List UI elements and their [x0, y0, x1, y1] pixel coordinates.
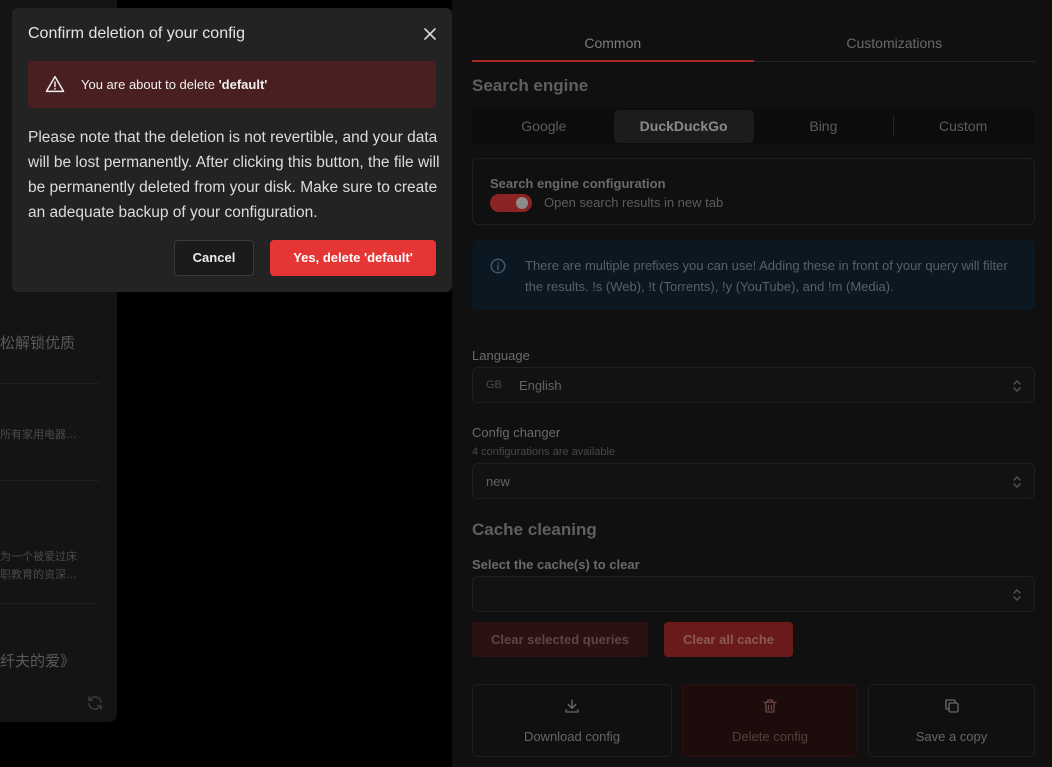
feed-divider — [0, 480, 100, 481]
feed-line: 为一个被爱过床 — [0, 550, 77, 563]
new-tab-toggle-label: Open search results in new tab — [544, 195, 724, 210]
feed-item-title[interactable]: 松解锁优质 — [0, 332, 75, 353]
language-flag-code: GB — [486, 379, 502, 391]
confirm-delete-button[interactable]: Yes, delete 'default' — [270, 240, 436, 276]
engine-option-custom[interactable]: Custom — [893, 110, 1033, 143]
tab-customizations[interactable]: Customizations — [753, 28, 1035, 62]
cache-select-label: Select the cache(s) to clear — [472, 557, 640, 572]
delete-warning-text: You are about to delete 'default' — [81, 77, 267, 92]
config-changer-label: Config changer — [472, 425, 561, 440]
cancel-button[interactable]: Cancel — [174, 240, 254, 276]
delete-config-dialog: Confirm deletion of your config You are … — [12, 8, 452, 292]
download-config-label: Download config — [523, 729, 621, 744]
download-config-button[interactable]: Download config — [472, 684, 672, 757]
info-icon — [490, 258, 506, 274]
feed-divider — [0, 383, 100, 384]
new-tab-toggle[interactable] — [490, 194, 532, 212]
feed-divider — [0, 603, 100, 604]
config-changer-value: new — [486, 474, 510, 489]
chevron-updown-icon — [1013, 589, 1021, 601]
tab-common[interactable]: Common — [472, 28, 754, 62]
dialog-title: Confirm deletion of your config — [28, 25, 245, 42]
search-engine-config-title: Search engine configuration — [490, 176, 666, 191]
settings-panel: Common Customizations Search engine Goog… — [452, 0, 1052, 767]
engine-option-bing[interactable]: Bing — [754, 110, 894, 143]
config-changer-select[interactable]: new — [472, 463, 1035, 499]
cache-select[interactable] — [472, 576, 1035, 612]
refresh-icon[interactable] — [86, 694, 104, 712]
engine-option-duckduckgo[interactable]: DuckDuckGo — [613, 110, 754, 143]
language-select[interactable]: GB English — [472, 367, 1035, 403]
feed-item-desc[interactable]: 所有家用电器... — [0, 426, 77, 442]
prefix-info-callout: There are multiple prefixes you can use!… — [472, 240, 1035, 310]
feed-item-title[interactable]: 纤夫的爱》 — [0, 650, 75, 671]
settings-tabs: Common Customizations — [472, 28, 1035, 62]
feed-item-desc[interactable]: 为一个被爱过床 职教育的资深... — [0, 548, 77, 584]
copy-icon — [944, 699, 959, 713]
clear-selected-queries-button[interactable]: Clear selected queries — [472, 622, 648, 657]
download-icon — [565, 699, 579, 713]
alert-prefix: You are about to delete — [81, 77, 219, 92]
prefix-info-text: There are multiple prefixes you can use!… — [525, 258, 1008, 294]
app-stage: 松解锁优质 所有家用电器... 为一个被爱过床 职教育的资深... 纤夫的爱》 … — [0, 0, 1052, 767]
language-value: English — [519, 378, 562, 393]
warning-icon — [45, 75, 65, 93]
confirm-prefix: Yes, delete — [293, 250, 365, 265]
delete-config-button[interactable]: Delete config — [682, 684, 858, 757]
config-changer-sublabel: 4 configurations are available — [472, 446, 616, 458]
dialog-body: Please note that the deletion is not rev… — [28, 129, 440, 221]
trash-icon — [763, 699, 777, 713]
search-engine-config-box: Search engine configuration Open search … — [472, 158, 1035, 225]
alert-config-name: 'default' — [218, 77, 268, 92]
search-engine-selector: Google DuckDuckGo Bing Custom — [472, 108, 1035, 145]
save-copy-button[interactable]: Save a copy — [868, 684, 1035, 757]
cache-cleaning-heading: Cache cleaning — [472, 520, 597, 539]
engine-option-google[interactable]: Google — [474, 110, 614, 143]
clear-all-cache-button[interactable]: Clear all cache — [664, 622, 793, 657]
confirm-config-name: 'default' — [364, 250, 413, 265]
language-label: Language — [472, 348, 530, 363]
chevron-updown-icon — [1013, 476, 1021, 488]
search-engine-heading: Search engine — [472, 76, 589, 95]
chevron-updown-icon — [1013, 380, 1021, 392]
delete-warning-alert: You are about to delete 'default' — [28, 61, 436, 108]
close-icon[interactable] — [423, 27, 437, 41]
delete-config-label: Delete config — [732, 729, 808, 744]
toggle-knob — [516, 197, 528, 209]
feed-line: 职教育的资深... — [0, 568, 77, 581]
save-copy-label: Save a copy — [915, 729, 988, 744]
